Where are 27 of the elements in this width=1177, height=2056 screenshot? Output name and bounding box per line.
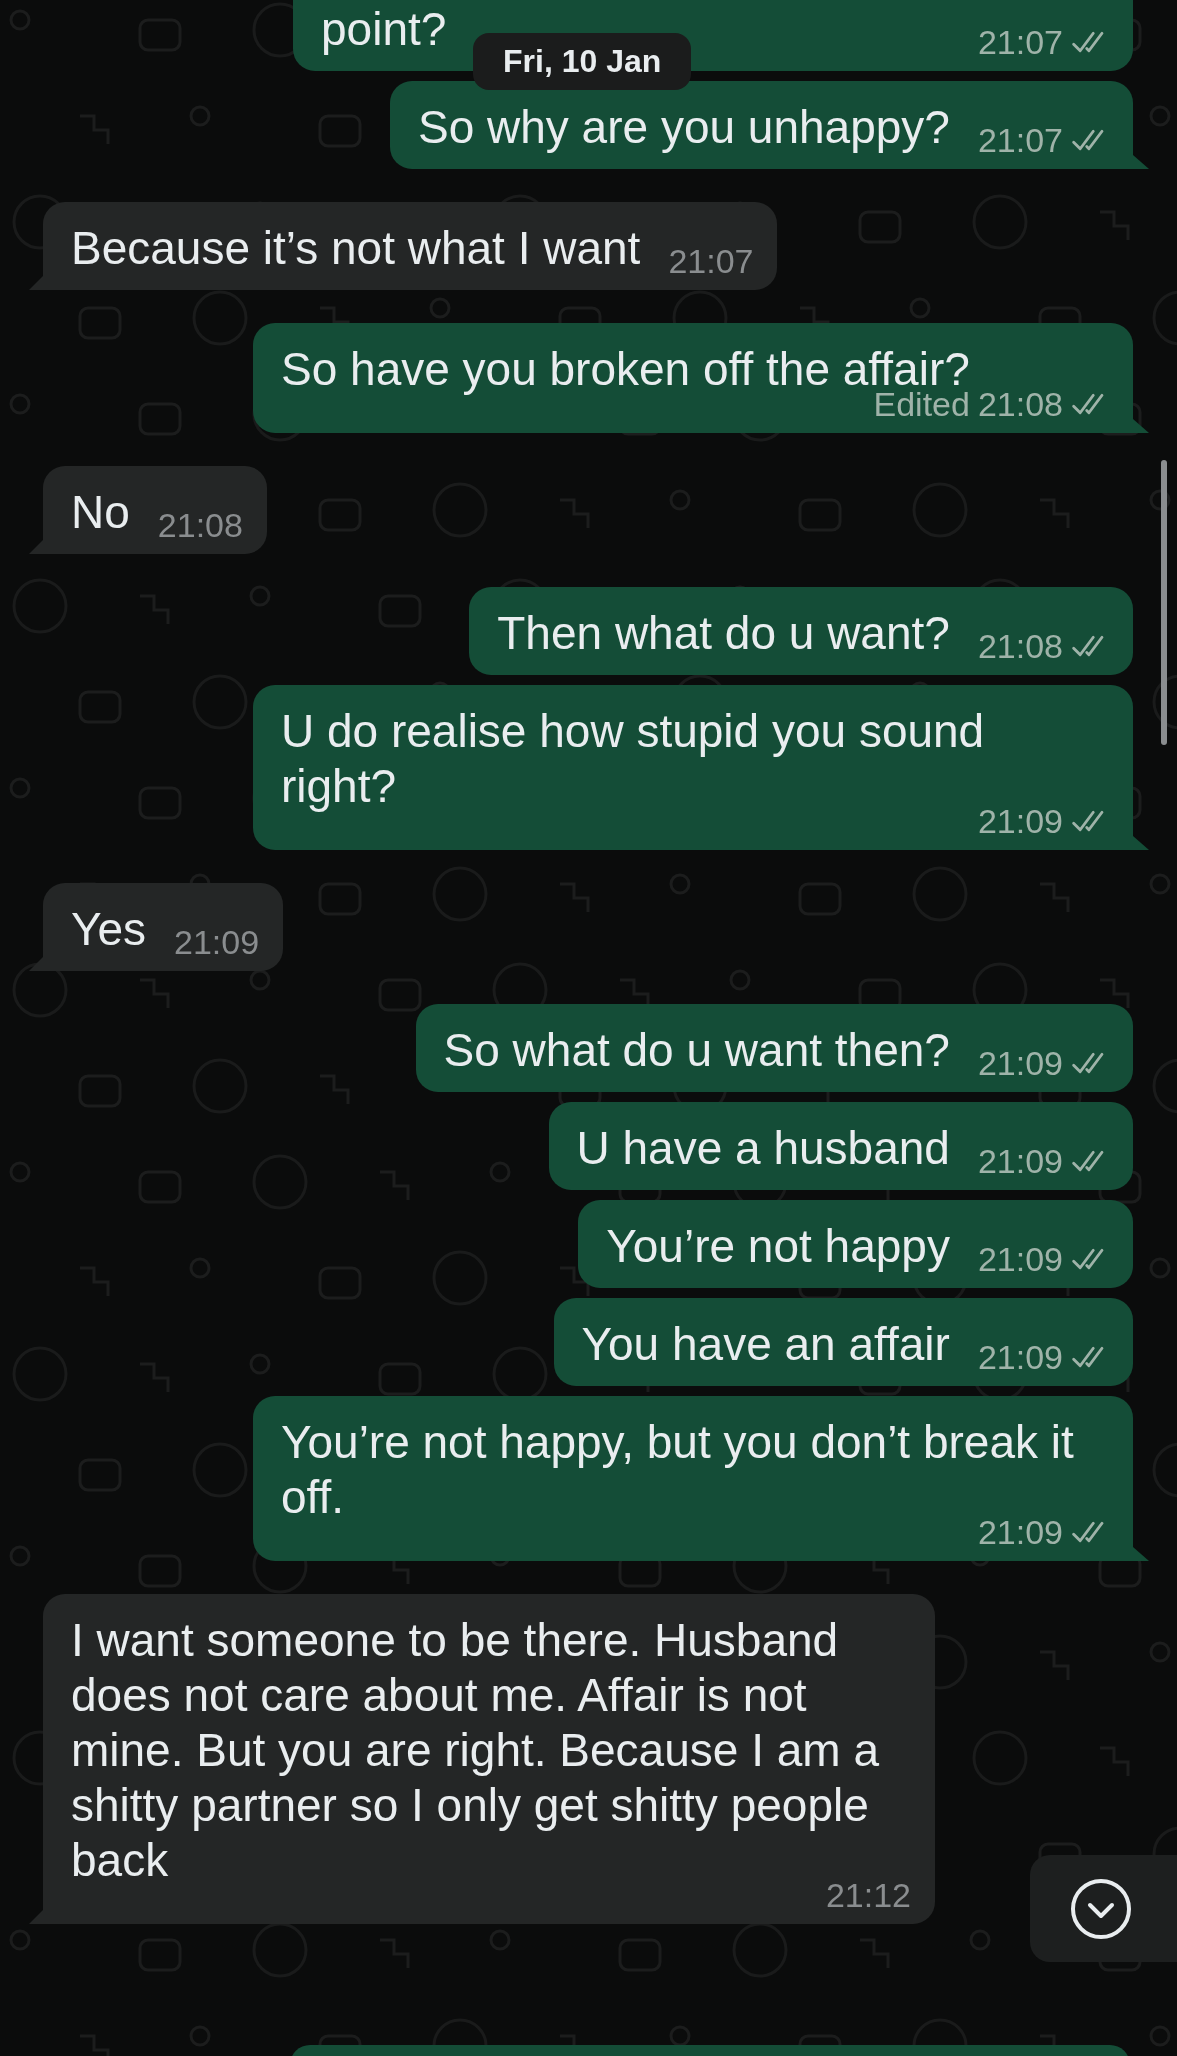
message-time: 21:08 xyxy=(157,506,243,544)
message-time: 21:08 xyxy=(977,385,1063,423)
message-time: 21:09 xyxy=(977,802,1063,840)
message-text: So what do u want then? xyxy=(443,1023,950,1078)
message-text: You’re not happy xyxy=(606,1219,950,1274)
message-time: 21:09 xyxy=(977,1513,1063,1551)
chevron-down-icon xyxy=(1070,1877,1132,1940)
message-text: U have a husband xyxy=(576,1121,950,1176)
message-time: 21:07 xyxy=(668,242,754,280)
date-chip: Fri, 10 Jan xyxy=(473,33,692,90)
message-time: 21:07 xyxy=(977,121,1063,159)
message-text: Because it’s not what I want xyxy=(71,221,641,276)
message-text: point? xyxy=(321,2,447,57)
message-time: 21:09 xyxy=(977,1044,1063,1082)
message-text: So why are you unhappy? xyxy=(418,100,950,155)
message-time: 21:09 xyxy=(977,1338,1063,1376)
message-time: 21:12 xyxy=(825,1876,911,1914)
message-time: 21:09 xyxy=(977,1240,1063,1278)
message-text: No xyxy=(71,485,130,540)
message-time: 21:09 xyxy=(174,923,260,961)
message-time: 21:09 xyxy=(977,1142,1063,1180)
message-time: 21:07 xyxy=(977,23,1063,61)
scroll-down-button[interactable] xyxy=(1030,1855,1177,1962)
message-time: 21:08 xyxy=(977,627,1063,665)
message-text: You have an affair xyxy=(581,1317,950,1372)
message-text: Yes xyxy=(71,902,147,957)
message-text: Then what do u want? xyxy=(497,606,950,661)
